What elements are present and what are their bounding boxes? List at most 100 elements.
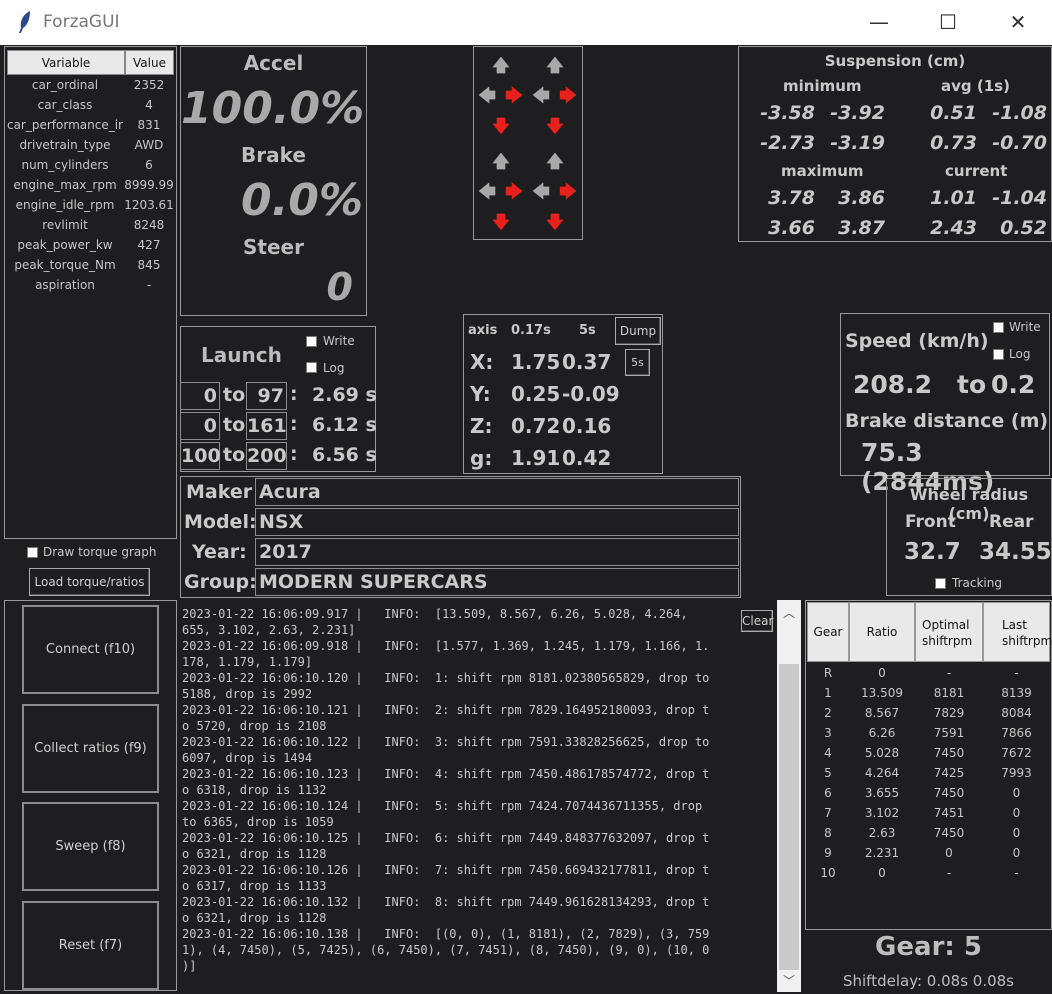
arrow-down-icon: 🡇	[546, 117, 564, 137]
suspension-cur-value: 1.01	[930, 187, 977, 209]
log-line: 2023-01-22 16:06:10.124 | INFO: 5: shift…	[182, 799, 703, 813]
value-header[interactable]: Value	[125, 50, 174, 75]
reset-button[interactable]: Reset (f7)	[22, 901, 159, 990]
speed-log-label: Log	[1009, 347, 1031, 361]
launch-time: 6.56 s	[312, 444, 377, 466]
collect-ratios-button[interactable]: Collect ratios (f9)	[22, 704, 159, 793]
close-icon[interactable]: ✕	[995, 4, 1041, 40]
short-window-header: 0.17s	[511, 323, 551, 338]
suspension-cur-value: -1.04	[992, 187, 1047, 209]
window-title: ForzaGUI	[43, 12, 120, 32]
table-row[interactable]: revlimit 8248	[6, 216, 172, 236]
year-field[interactable]: 2017	[255, 538, 739, 566]
variable-header[interactable]: Variable	[7, 50, 125, 75]
launch-from-field[interactable]: 0	[180, 382, 220, 410]
brake-distance-title: Brake distance (m)	[845, 410, 1049, 432]
tracking-checkbox[interactable]	[935, 578, 946, 589]
speed-title: Speed (km/h)	[845, 330, 989, 352]
gear-cell: 0	[945, 846, 953, 860]
scroll-thumb[interactable]	[779, 664, 799, 970]
table-row[interactable]: num_cylinders 6	[6, 156, 172, 176]
table-row[interactable]: drivetrain_type AWD	[6, 136, 172, 156]
suspension-avg-value: -1.08	[992, 102, 1047, 124]
arrow-right-icon: 🡆	[505, 86, 523, 106]
variable-name: car_class	[37, 98, 93, 112]
launch-time: 6.12 s	[312, 414, 377, 436]
launch-log-checkbox[interactable]	[306, 362, 317, 373]
table-row[interactable]: car_performance_ir 831	[6, 116, 172, 136]
ratio-header[interactable]: Ratio	[849, 602, 915, 662]
log-line: )]	[182, 959, 197, 973]
model-field[interactable]: NSX	[255, 508, 739, 536]
log-line: 2023-01-22 16:06:10.123 | INFO: 4: shift…	[182, 767, 710, 781]
variable-name: num_cylinders	[21, 158, 109, 172]
gear-cell: 8	[824, 826, 832, 840]
gear-cell: 7993	[1001, 766, 1032, 780]
table-row[interactable]: peak_torque_Nm 845	[6, 256, 172, 276]
gear-cell: 0	[1012, 826, 1021, 840]
arrow-right-icon: 🡆	[559, 86, 577, 106]
last-shiftrpm-header[interactable]: Last shiftrpm	[983, 602, 1052, 662]
arrow-up-icon: 🡅	[492, 152, 510, 172]
front-radius-value: 32.7	[904, 539, 961, 565]
arrow-right-icon: 🡆	[505, 182, 523, 202]
log-line: o 6317, drop is 1133	[182, 879, 327, 893]
launch-from-field[interactable]: 100	[180, 442, 221, 470]
model-label: Model:	[184, 511, 257, 533]
speed-write-checkbox[interactable]	[993, 322, 1004, 333]
maximize-icon[interactable]: ☐	[925, 4, 971, 40]
sweep-button[interactable]: Sweep (f8)	[22, 802, 159, 891]
arrow-down-icon: 🡇	[546, 213, 564, 233]
steer-label: Steer	[243, 235, 304, 259]
year-label: Year:	[192, 541, 247, 563]
scroll-up-icon[interactable]: ︿	[777, 604, 801, 621]
scroll-down-icon[interactable]: ﹀	[777, 972, 801, 989]
table-row[interactable]: engine_max_rpm 8999.99	[6, 176, 173, 196]
arrow-up-icon: 🡅	[546, 56, 564, 76]
variable-value: 845	[137, 258, 161, 272]
dump-button[interactable]: Dump	[615, 317, 661, 345]
launch-write-checkbox[interactable]	[306, 336, 317, 347]
table-row[interactable]: aspiration -	[6, 276, 172, 296]
gear-cell: 1	[824, 686, 832, 700]
arrow-up-icon: 🡅	[546, 152, 564, 172]
gear-cell: 0	[1012, 806, 1021, 820]
arrow-left-icon: 🡄	[532, 182, 550, 202]
accel-short-value: 1.75	[511, 350, 561, 374]
log-line: to 6365, drop is 1059	[182, 815, 334, 829]
suspension-max-value: 3.78	[768, 187, 815, 209]
group-field[interactable]: MODERN SUPERCARS	[255, 568, 739, 596]
clear-log-button[interactable]: Clear	[741, 610, 773, 632]
table-row[interactable]: car_class 4	[6, 96, 172, 116]
axis-header: axis	[468, 323, 498, 338]
launch-to-field[interactable]: 97	[246, 382, 287, 410]
period-button[interactable]: 5s	[625, 349, 650, 376]
minimize-icon[interactable]: —	[856, 4, 902, 40]
gear-cell: 0	[1012, 786, 1021, 800]
gear-cell: 9	[824, 846, 832, 860]
connect-button[interactable]: Connect (f10)	[22, 605, 159, 694]
launch-to-field[interactable]: 200	[246, 442, 287, 470]
launch-time: 2.69 s	[312, 384, 377, 406]
table-row[interactable]: car_ordinal 2352	[6, 76, 172, 96]
suspension-cur-value: 2.43	[930, 217, 977, 239]
gear-header[interactable]: Gear	[807, 602, 849, 662]
load-torque-button[interactable]: Load torque/ratios	[29, 568, 150, 596]
launch-to-field[interactable]: 161	[246, 412, 287, 440]
table-row[interactable]: engine_idle_rpm 1203.61	[6, 196, 174, 216]
launch-from-field[interactable]: 0	[180, 412, 220, 440]
speed-log-checkbox[interactable]	[993, 349, 1004, 360]
gear-cell: 2	[824, 706, 832, 720]
log-scrollbar[interactable]: ︿ ﹀	[777, 600, 801, 992]
suspension-max-value: 3.87	[838, 217, 885, 239]
maker-field[interactable]: Acura	[255, 478, 739, 506]
launch-log-label: Log	[323, 361, 345, 375]
gear-cell: 8.567	[864, 706, 900, 720]
log-output[interactable]: 2023-01-22 16:06:09.917 | INFO: [13.509,…	[180, 600, 776, 990]
accel-short-value: 1.91	[511, 446, 561, 470]
accel-label: Accel	[243, 51, 304, 75]
optimal-shiftrpm-header[interactable]: Optimal shiftrpm	[915, 602, 983, 662]
gear-cell: 7672	[1001, 746, 1032, 760]
table-row[interactable]: peak_power_kw 427	[6, 236, 172, 256]
draw-torque-checkbox[interactable]	[27, 547, 38, 558]
